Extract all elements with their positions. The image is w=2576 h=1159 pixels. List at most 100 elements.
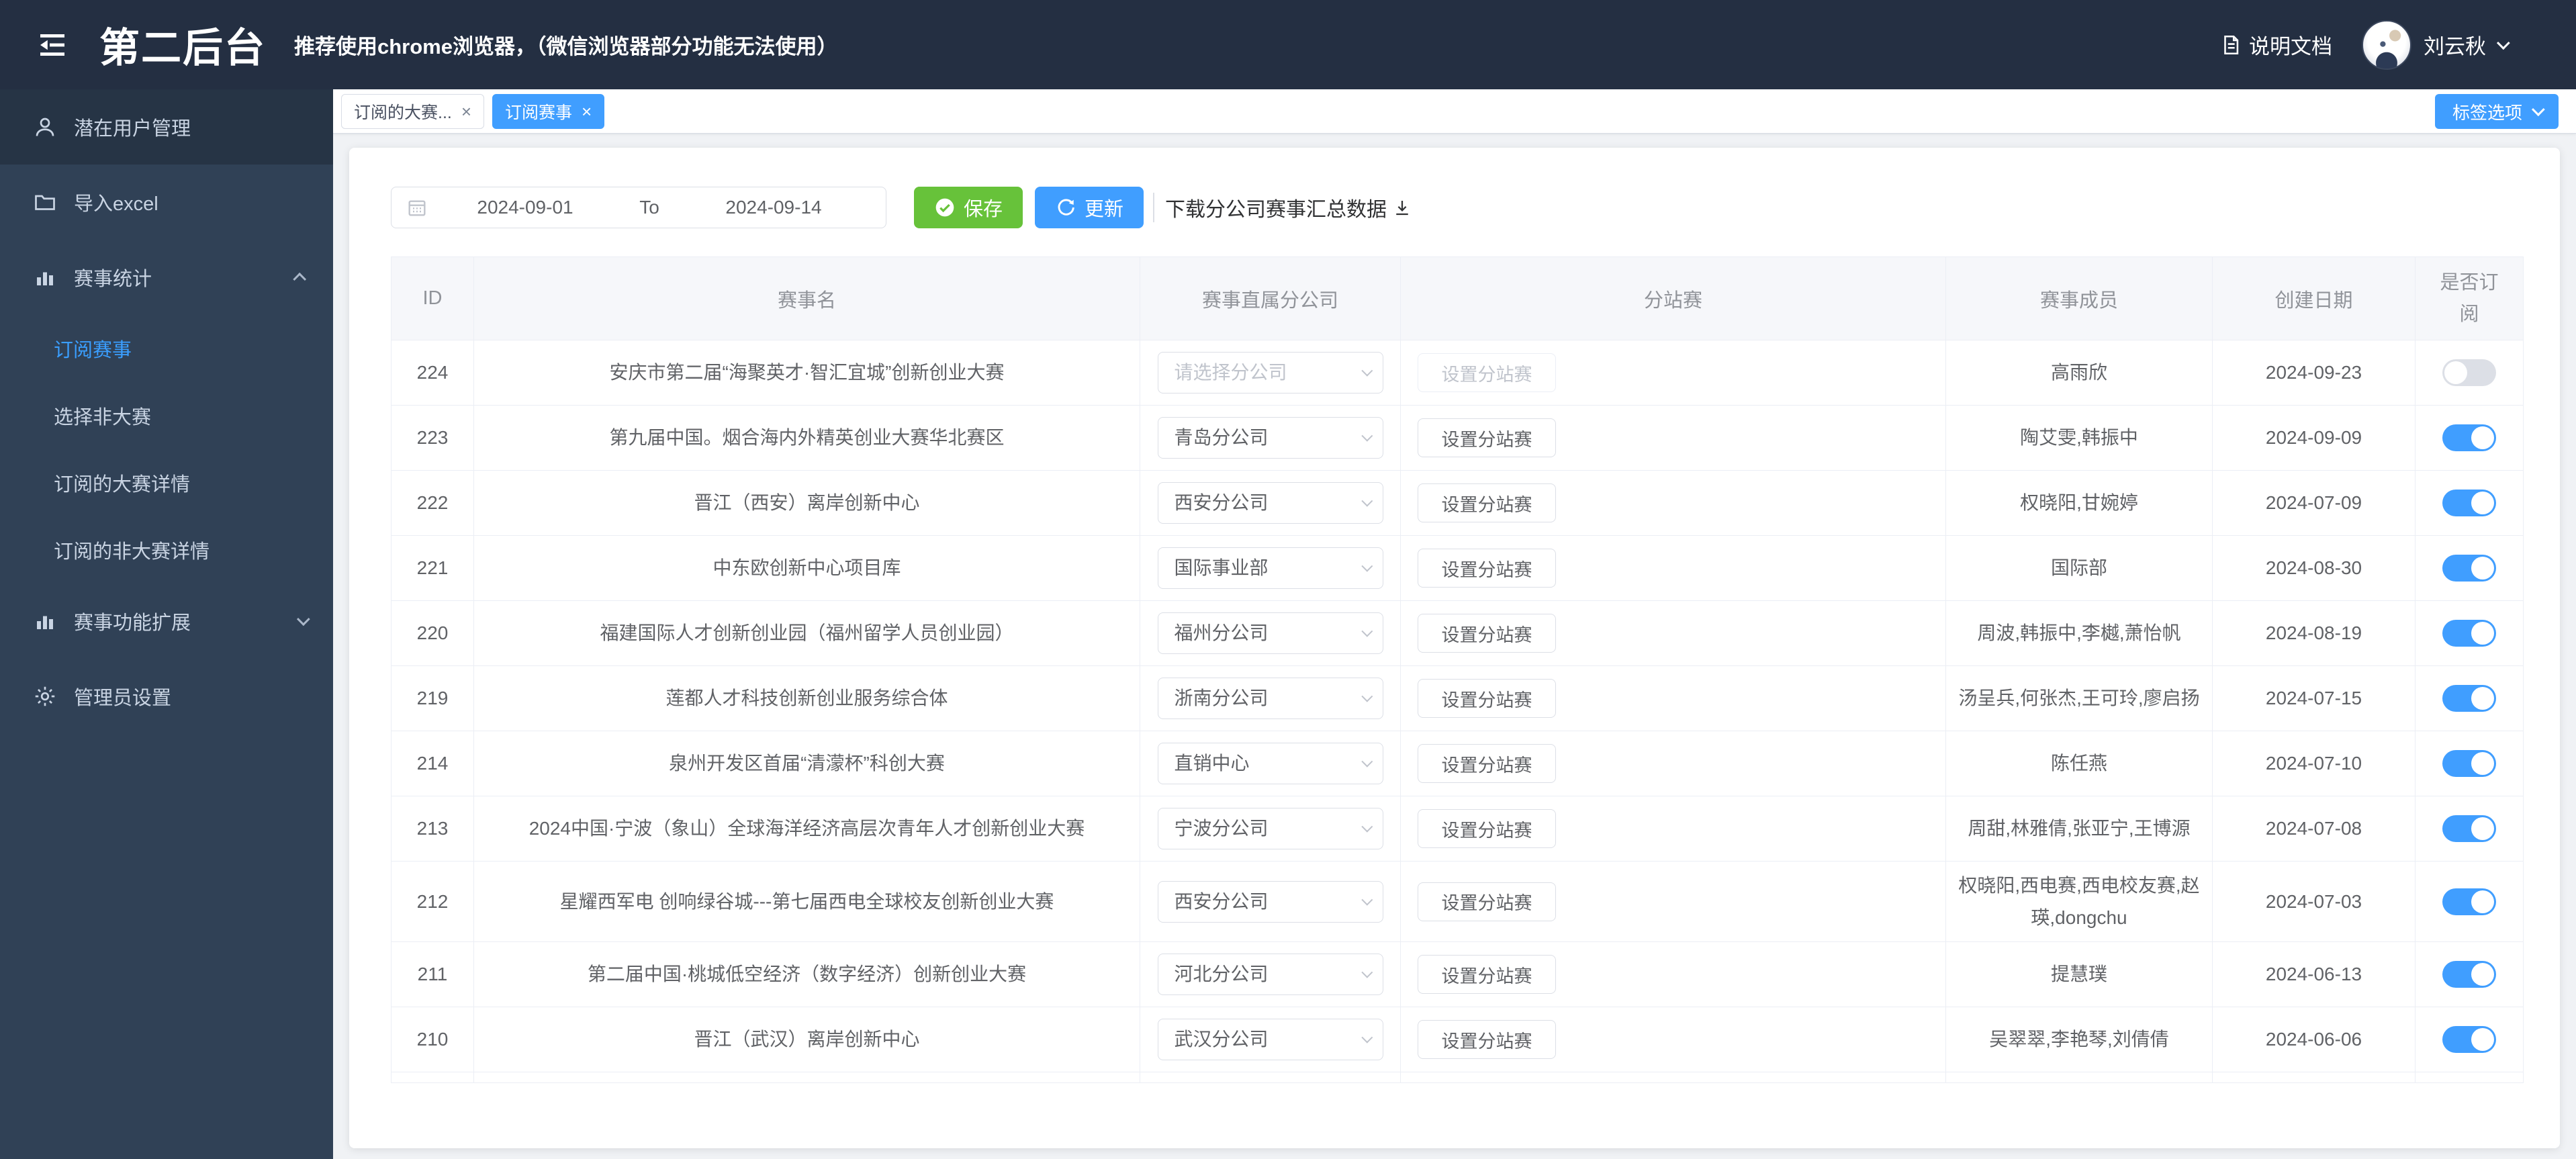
cell-company: 浙南分公司 xyxy=(1140,665,1401,731)
table-header-row: ID 赛事名 赛事直属分公司 分站赛 赛事成员 创建日期 是否订阅 xyxy=(391,257,2524,340)
bar-chart-icon xyxy=(32,265,58,290)
main-content: 2024-09-01 To 2024-09-14 保存 更新 下载分公司赛事汇总… xyxy=(333,134,2576,1159)
company-select[interactable]: 河北分公司 xyxy=(1157,954,1383,996)
user-menu[interactable]: 刘云秋 xyxy=(2424,30,2510,60)
date-range-picker[interactable]: 2024-09-01 To 2024-09-14 xyxy=(391,187,886,228)
tag-options-button[interactable]: 标签选项 xyxy=(2434,94,2559,129)
subscribe-toggle[interactable] xyxy=(2442,555,2496,582)
cell-subscribed xyxy=(2415,796,2524,862)
set-sub-station-button[interactable]: 设置分站赛 xyxy=(1418,614,1556,653)
sidebar-item-subscribed-major-details[interactable]: 订阅的大赛详情 xyxy=(0,449,333,516)
company-select[interactable]: 国际事业部 xyxy=(1157,547,1383,589)
col-header-members: 赛事成员 xyxy=(1945,257,2213,340)
sidebar-item-subscribed-non-major-details[interactable]: 订阅的非大赛详情 xyxy=(0,516,333,584)
chevron-down-icon xyxy=(1361,560,1373,572)
cell-sub-station: 设置分站赛 xyxy=(1400,600,1946,666)
docs-link[interactable]: 说明文档 xyxy=(2219,30,2332,60)
cell-company: 直销中心 xyxy=(1140,731,1401,796)
sidebar-item-match-stats[interactable]: 赛事统计 xyxy=(0,240,333,315)
subscribe-toggle[interactable] xyxy=(2442,888,2496,915)
subscribe-toggle[interactable] xyxy=(2442,359,2496,386)
cell-members: 陈任燕 xyxy=(1945,731,2213,796)
cell-match-name: 福建国际人才创新创业园（福州留学人员创业园） xyxy=(473,600,1140,666)
cell-match-name: 安庆市第二届“海聚英才·智汇宜城”创新创业大赛 xyxy=(473,340,1140,406)
toggle-knob xyxy=(2471,752,2494,775)
company-select[interactable]: 浙南分公司 xyxy=(1157,678,1383,719)
empty-cell xyxy=(1400,1072,1946,1084)
empty-cell xyxy=(1945,1072,2213,1084)
table-row: 220 福建国际人才创新创业园（福州留学人员创业园） 福州分公司 设置分站赛 周波,韩振… xyxy=(391,600,2524,666)
cell-members: 汤呈兵,何张杰,王可玲,廖启扬 xyxy=(1945,665,2213,731)
sidebar-item-potential-users[interactable]: 潜在用户管理 xyxy=(0,89,333,165)
company-select[interactable]: 西安分公司 xyxy=(1157,482,1383,524)
save-button[interactable]: 保存 xyxy=(914,187,1023,228)
sidebar-collapse-icon[interactable] xyxy=(35,28,70,62)
tab-subscribed-matches[interactable]: 订阅赛事 × xyxy=(492,93,605,129)
cell-subscribed xyxy=(2415,470,2524,536)
sidebar-item-subscribed-matches[interactable]: 订阅赛事 xyxy=(0,315,333,382)
table-row: 212 星耀西军电 创响绿谷城---第七届西电全球校友创新创业大赛 西安分公司 设置分… xyxy=(391,860,2524,943)
subscribe-toggle[interactable] xyxy=(2442,685,2496,712)
set-sub-station-button[interactable]: 设置分站赛 xyxy=(1418,744,1556,783)
set-sub-station-button[interactable]: 设置分站赛 xyxy=(1418,483,1556,522)
subscribe-toggle[interactable] xyxy=(2442,424,2496,451)
cell-sub-station: 设置分站赛 xyxy=(1400,796,1946,862)
cell-company: 青岛分公司 xyxy=(1140,405,1401,471)
table-row: 211 第二届中国·桃城低空经济（数字经济）创新创业大赛 河北分公司 设置分站赛 提慧璞… xyxy=(391,941,2524,1008)
cell-match-name: 中东欧创新中心项目库 xyxy=(473,535,1140,601)
cell-members: 陶艾雯,韩振中 xyxy=(1945,405,2213,471)
close-icon[interactable]: × xyxy=(582,103,592,120)
cell-members: 权晓阳,甘婉婷 xyxy=(1945,470,2213,536)
subscribe-toggle[interactable] xyxy=(2442,490,2496,516)
cell-sub-station: 设置分站赛 xyxy=(1400,1007,1946,1073)
company-select[interactable]: 请选择分公司 xyxy=(1157,352,1383,393)
company-select[interactable]: 福州分公司 xyxy=(1157,612,1383,654)
company-select[interactable]: 武汉分公司 xyxy=(1157,1019,1383,1061)
cell-members: 权晓阳,西电赛,西电校友赛,赵瑛,dongchu xyxy=(1945,860,2213,943)
table-row: 213 2024中国·宁波（象山）全球海洋经济高层次青年人才创新创业大赛 宁波分公司… xyxy=(391,796,2524,862)
close-icon[interactable]: × xyxy=(461,103,471,120)
cell-id: 224 xyxy=(391,340,474,406)
set-sub-station-button[interactable]: 设置分站赛 xyxy=(1418,809,1556,848)
user-icon xyxy=(32,114,58,140)
update-button[interactable]: 更新 xyxy=(1035,187,1144,228)
cell-sub-station: 设置分站赛 xyxy=(1400,941,1946,1008)
set-sub-station-button[interactable]: 设置分站赛 xyxy=(1418,353,1556,392)
company-select-value: 西安分公司 xyxy=(1174,492,1269,514)
subscribe-toggle[interactable] xyxy=(2442,1026,2496,1054)
company-select[interactable]: 青岛分公司 xyxy=(1157,417,1383,459)
subscribe-toggle[interactable] xyxy=(2442,961,2496,988)
set-sub-station-button[interactable]: 设置分站赛 xyxy=(1418,882,1556,921)
cell-created-date: 2024-09-09 xyxy=(2212,405,2416,471)
download-summary-link[interactable]: 下载分公司赛事汇总数据 xyxy=(1165,193,1412,222)
sidebar-item-admin-settings[interactable]: 管理员设置 xyxy=(0,659,333,734)
cell-sub-station: 设置分站赛 xyxy=(1400,470,1946,536)
chevron-down-icon xyxy=(1361,625,1373,637)
set-sub-station-button[interactable]: 设置分站赛 xyxy=(1418,1020,1556,1060)
sidebar-item-import-excel[interactable]: 导入excel xyxy=(0,165,333,240)
set-sub-station-button[interactable]: 设置分站赛 xyxy=(1418,549,1556,588)
date-range-separator: To xyxy=(639,197,659,218)
cell-match-name: 晋江（武汉）离岸创新中心 xyxy=(473,1007,1140,1073)
chevron-down-icon xyxy=(1361,495,1373,507)
calendar-icon xyxy=(408,200,426,216)
refresh-icon xyxy=(1058,199,1074,216)
cell-members: 国际部 xyxy=(1945,535,2213,601)
cell-created-date: 2024-08-19 xyxy=(2212,600,2416,666)
subscribe-toggle[interactable] xyxy=(2442,750,2496,777)
cell-id: 219 xyxy=(391,665,474,731)
subscribe-toggle[interactable] xyxy=(2442,815,2496,842)
set-sub-station-button[interactable]: 设置分站赛 xyxy=(1418,418,1556,457)
tags-fade-overlay xyxy=(2346,89,2447,133)
company-select[interactable]: 西安分公司 xyxy=(1157,880,1383,923)
sidebar-item-select-non-major[interactable]: 选择非大赛 xyxy=(0,382,333,449)
tab-subscribed-major-details[interactable]: 订阅的大赛... × xyxy=(341,93,485,129)
company-select[interactable]: 宁波分公司 xyxy=(1157,808,1383,849)
subscribe-toggle[interactable] xyxy=(2442,620,2496,647)
set-sub-station-button[interactable]: 设置分站赛 xyxy=(1418,955,1556,994)
set-sub-station-button[interactable]: 设置分站赛 xyxy=(1418,679,1556,718)
avatar[interactable] xyxy=(2362,19,2411,70)
table-row: 214 泉州开发区首届“清濛杯”科创大赛 直销中心 设置分站赛 陈任燕 2024-07-1… xyxy=(391,731,2524,796)
sidebar-item-match-extensions[interactable]: 赛事功能扩展 xyxy=(0,584,333,659)
company-select[interactable]: 直销中心 xyxy=(1157,743,1383,784)
